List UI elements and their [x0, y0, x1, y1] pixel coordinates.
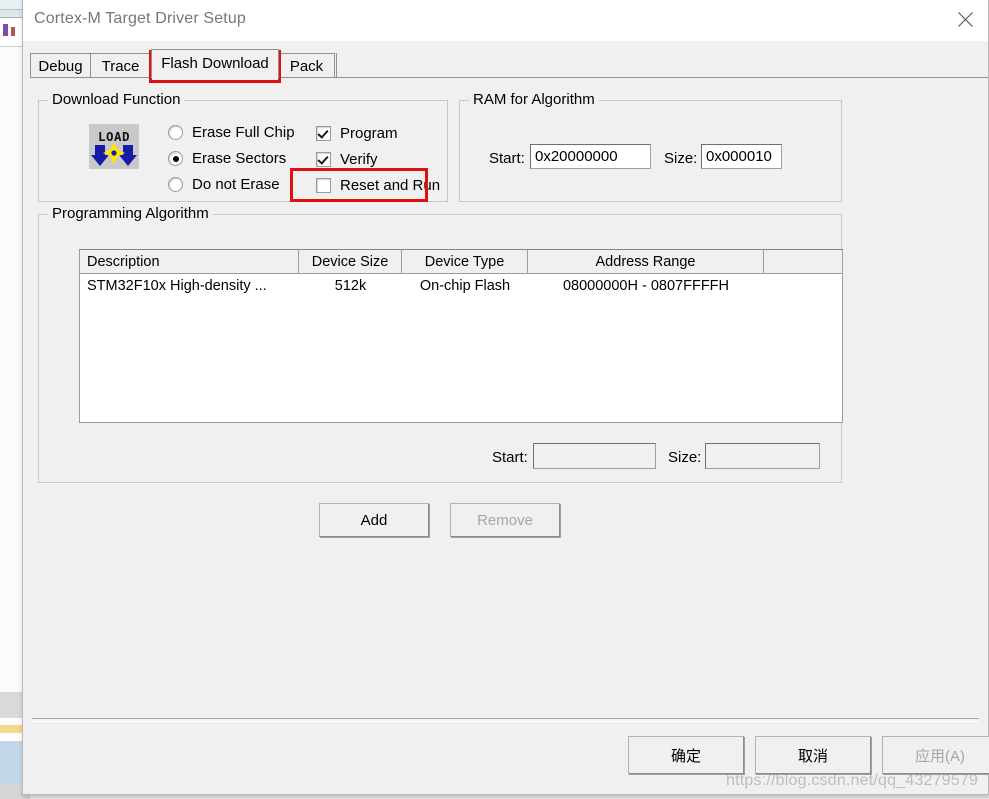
checkbox-verify-mark: [316, 152, 331, 167]
radio-erase-sectors[interactable]: Erase Sectors: [168, 150, 286, 167]
load-icon: LOAD: [89, 124, 139, 169]
background-icon-b: [11, 27, 15, 36]
add-button[interactable]: Add: [319, 503, 429, 537]
tab-flash-download-label: Flash Download: [161, 55, 269, 72]
radio-erase-full-chip-label: Erase Full Chip: [192, 124, 295, 141]
remove-button[interactable]: Remove: [450, 503, 560, 537]
radio-erase-full-chip-mark: [168, 125, 183, 140]
radio-do-not-erase-mark: [168, 177, 183, 192]
radio-erase-sectors-label: Erase Sectors: [192, 150, 287, 167]
ram-start-input[interactable]: 0x20000000: [530, 144, 651, 169]
download-function-title: Download Function: [48, 91, 185, 108]
ram-size-input[interactable]: 0x000010: [701, 144, 782, 169]
ram-for-algorithm-title: RAM for Algorithm: [469, 91, 599, 108]
close-icon[interactable]: [942, 0, 988, 39]
cell-address-range: 08000000H - 0807FFFFH: [562, 278, 730, 294]
radio-erase-sectors-mark: [168, 151, 183, 166]
checkbox-reset-and-run-label: Reset and Run: [340, 177, 441, 194]
checkbox-program-mark: [316, 126, 331, 141]
tab-flash-download[interactable]: Flash Download: [151, 49, 279, 78]
cell-device-size: 512k: [334, 278, 367, 294]
tab-pack-label: Pack: [289, 57, 324, 75]
dialog-title: Cortex-M Target Driver Setup: [34, 10, 246, 27]
cell-spacer: [764, 274, 842, 298]
tab-trace-label: Trace: [101, 57, 140, 75]
ram-size-label: Size:: [664, 150, 698, 167]
table-header-row: Description Device Size Device Type Addr…: [80, 250, 842, 274]
column-header-address-range[interactable]: Address Range: [528, 250, 764, 273]
checkbox-reset-and-run[interactable]: Reset and Run: [316, 177, 440, 194]
radio-do-not-erase-label: Do not Erase: [192, 176, 280, 193]
checkbox-program-label: Program: [340, 125, 398, 142]
tab-strip-edge: [336, 53, 337, 78]
dialog-titlebar: Cortex-M Target Driver Setup: [23, 0, 988, 41]
tab-debug[interactable]: Debug: [30, 53, 91, 78]
checkbox-reset-and-run-mark: [316, 178, 331, 193]
checkbox-verify-label: Verify: [340, 151, 378, 168]
tab-bar: Debug Trace Flash Download Pack: [23, 40, 988, 78]
apply-button[interactable]: 应用(A): [882, 736, 989, 774]
programming-algorithm-table[interactable]: Description Device Size Device Type Addr…: [79, 249, 843, 423]
checkbox-verify[interactable]: Verify: [316, 151, 378, 168]
column-header-device-size[interactable]: Device Size: [299, 250, 402, 273]
algorithm-size-label: Size:: [668, 449, 702, 466]
column-header-description[interactable]: Description: [80, 250, 299, 273]
table-row[interactable]: STM32F10x High-density ... 512k On-chip …: [80, 274, 842, 298]
checkbox-program[interactable]: Program: [316, 125, 398, 142]
algorithm-start-label: Start:: [492, 449, 528, 466]
column-header-device-type[interactable]: Device Type: [402, 250, 528, 273]
programming-algorithm-title: Programming Algorithm: [48, 205, 213, 222]
radio-erase-full-chip[interactable]: Erase Full Chip: [168, 124, 295, 141]
cell-device-type: On-chip Flash: [419, 278, 511, 294]
tab-pack[interactable]: Pack: [279, 53, 335, 78]
tab-debug-label: Debug: [38, 57, 83, 75]
radio-do-not-erase[interactable]: Do not Erase: [168, 176, 280, 193]
background-icon-a: [3, 24, 8, 36]
cancel-button[interactable]: 取消: [755, 736, 871, 774]
tab-trace[interactable]: Trace: [91, 53, 151, 78]
algorithm-size-input[interactable]: [705, 443, 820, 469]
ok-button[interactable]: 确定: [628, 736, 744, 774]
column-header-spacer[interactable]: [764, 250, 842, 273]
cell-description: STM32F10x High-density ...: [87, 278, 267, 294]
svg-text:LOAD: LOAD: [98, 129, 130, 144]
target-driver-setup-dialog: Cortex-M Target Driver Setup Debug Trace…: [22, 0, 989, 795]
algorithm-start-input[interactable]: [533, 443, 656, 469]
ram-start-label: Start:: [489, 150, 525, 167]
footer-separator: [32, 718, 979, 722]
